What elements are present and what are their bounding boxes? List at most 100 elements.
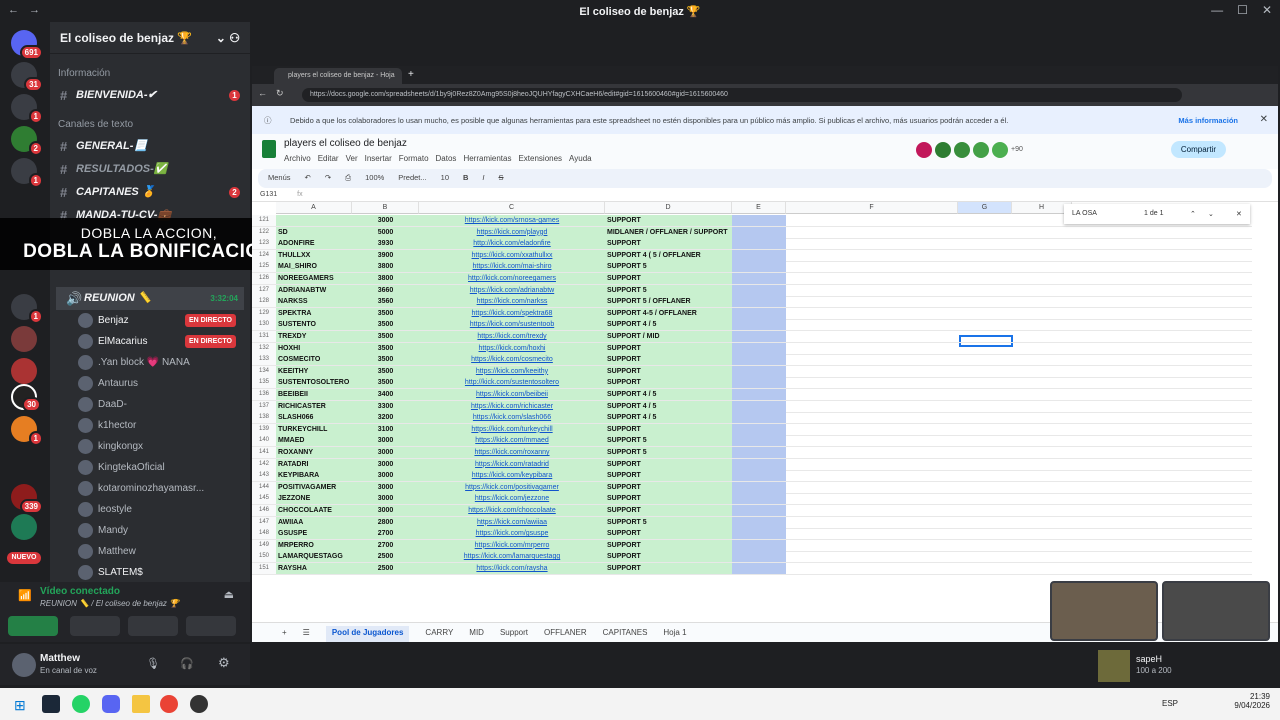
whatsapp-icon[interactable] bbox=[72, 695, 90, 713]
server-icon[interactable]: 30 bbox=[11, 384, 41, 412]
kick-link-cell[interactable]: https://kick.com/lamarquestagg bbox=[419, 551, 605, 563]
kick-link-cell[interactable]: https://kick.com/ratadrid bbox=[419, 458, 605, 470]
channel-bienvenida[interactable]: # BIENVENIDA-✔ 1 bbox=[50, 84, 250, 107]
kick-link-cell[interactable]: https://kick.com/turkeychill bbox=[419, 423, 605, 435]
avatar[interactable] bbox=[12, 653, 36, 677]
server-header[interactable]: El coliseo de benjaz 🏆 ⌄ ⚇ bbox=[50, 22, 250, 54]
voice-member[interactable]: KingtekaOficial bbox=[50, 457, 250, 478]
kick-link-cell[interactable]: https://kick.com/sustentoob bbox=[419, 319, 605, 331]
column-header[interactable]: F bbox=[786, 202, 958, 214]
kick-link-cell[interactable]: https://kick.com/slash066 bbox=[419, 412, 605, 424]
kick-link-cell[interactable]: https://kick.com/xxathullxx bbox=[419, 249, 605, 261]
strikethrough-icon[interactable]: S bbox=[499, 173, 504, 184]
sheet-tab[interactable]: Support bbox=[500, 628, 528, 642]
close-icon[interactable]: ✕ bbox=[1260, 114, 1268, 125]
browser-tab[interactable]: players el coliseo de benjaz - Hoja bbox=[274, 68, 402, 84]
language-indicator[interactable]: ESP bbox=[1162, 699, 1178, 708]
table-row[interactable]: 143 KEYPIBARA 3000 https://kick.com/keypiba… bbox=[252, 470, 1252, 483]
kick-link-cell[interactable]: https://kick.com/narkss bbox=[419, 296, 605, 308]
table-row[interactable]: 145 JEZZONE 3000 https://kick.com/jezzone SU… bbox=[252, 493, 1252, 506]
menu-item[interactable]: Editar bbox=[318, 154, 339, 163]
category-text[interactable]: Canales de texto bbox=[50, 115, 250, 135]
kick-link-cell[interactable]: https://kick.com/raysha bbox=[419, 563, 605, 574]
column-header[interactable]: C bbox=[419, 202, 605, 214]
window-controls[interactable]: — ☐ ✕ bbox=[1211, 3, 1272, 17]
webcam-feed[interactable] bbox=[1050, 581, 1158, 641]
new-badge[interactable]: NUEVO bbox=[7, 552, 41, 564]
kick-link-cell[interactable]: http://kick.com/eladonfire bbox=[419, 238, 605, 250]
menu-item[interactable]: Herramientas bbox=[463, 154, 511, 163]
font-select[interactable]: Predet... bbox=[398, 173, 426, 184]
menu-item[interactable]: Ver bbox=[346, 154, 358, 163]
folder-icon[interactable] bbox=[132, 695, 150, 713]
server-icon[interactable]: 1 bbox=[11, 294, 43, 324]
kick-link-cell[interactable]: https://kick.com/roxanny bbox=[419, 447, 605, 458]
reload-icon[interactable]: ↻ bbox=[276, 88, 284, 99]
table-row[interactable]: 133 COSMECITO 3500 https://kick.com/cosmeci… bbox=[252, 354, 1252, 367]
gear-icon[interactable]: ⚙ bbox=[218, 655, 230, 671]
table-row[interactable]: 134 KEEITHY 3500 https://kick.com/keeithy SU… bbox=[252, 365, 1252, 378]
disconnect-icon[interactable]: ⏏ bbox=[224, 588, 234, 601]
menus-search[interactable]: Menús bbox=[268, 173, 291, 184]
voice-channel-reunion[interactable]: 🔊 REUNION 📏 3:32:04 bbox=[56, 287, 244, 310]
server-icon[interactable]: 31 bbox=[11, 62, 43, 92]
find-input[interactable]: LA OSA bbox=[1072, 210, 1097, 217]
menu-item[interactable]: Extensiones bbox=[518, 154, 562, 163]
voice-member[interactable]: SLATEM$ bbox=[50, 562, 250, 582]
close-icon[interactable]: ✕ bbox=[1262, 3, 1272, 17]
column-header[interactable]: H bbox=[1012, 202, 1072, 214]
table-row[interactable]: 148 GSUSPE 2700 https://kick.com/gsuspe SUPP… bbox=[252, 528, 1252, 541]
menu-item[interactable]: Formato bbox=[399, 154, 429, 163]
table-row[interactable]: 128 NARKSS 3560 https://kick.com/narkss SUPP… bbox=[252, 296, 1252, 309]
table-row[interactable]: 139 TURKEYCHILL 3100 https://kick.com/turke… bbox=[252, 423, 1252, 436]
table-row[interactable]: 142 RATADRI 3000 https://kick.com/ratadrid S… bbox=[252, 458, 1252, 471]
server-icon[interactable] bbox=[11, 514, 37, 540]
table-row[interactable]: 136 BEEIBEII 3400 https://kick.com/beiibeii… bbox=[252, 389, 1252, 401]
sheet-tab[interactable]: Pool de Jugadores bbox=[325, 626, 410, 642]
column-header[interactable]: B bbox=[352, 202, 419, 214]
more-info-link[interactable]: Más información bbox=[1178, 116, 1238, 125]
server-icon[interactable]: 1 bbox=[11, 416, 43, 446]
kick-link-cell[interactable]: https://kick.com/trexdy bbox=[419, 331, 605, 342]
kick-link-cell[interactable]: https://kick.com/keeithy bbox=[419, 365, 605, 377]
chevron-down-icon[interactable]: ⌄ bbox=[1208, 210, 1214, 218]
kick-link-cell[interactable]: https://kick.com/srnosa-games bbox=[419, 215, 605, 226]
table-row[interactable]: 146 CHOCCOLAATE 3000 https://kick.com/chocc… bbox=[252, 505, 1252, 517]
microphone-icon[interactable]: 🎙 bbox=[146, 657, 160, 670]
channel-general[interactable]: # GENERAL-📃 bbox=[50, 135, 250, 158]
chrome-icon[interactable] bbox=[160, 695, 178, 713]
table-row[interactable]: 149 MRPERRO 2700 https://kick.com/mrperro SU… bbox=[252, 539, 1252, 552]
server-icon[interactable]: 1 bbox=[11, 158, 43, 188]
sheet-list-icon[interactable]: ☰ bbox=[303, 628, 310, 642]
server-icon[interactable]: 339 bbox=[11, 484, 43, 514]
voice-member[interactable]: .Yan block 💗 NANA bbox=[50, 352, 250, 373]
table-row[interactable]: 144 POSITIVAGAMER 3000 https://kick.com/pos… bbox=[252, 481, 1252, 494]
kick-link-cell[interactable]: https://kick.com/richicaster bbox=[419, 400, 605, 412]
table-row[interactable]: 125 MAI_SHIRO 3800 https://kick.com/mai-shi… bbox=[252, 261, 1252, 274]
table-row[interactable]: 129 SPEKTRA 3500 https://kick.com/spektra68… bbox=[252, 307, 1252, 320]
kick-link-cell[interactable]: https://kick.com/positivagamer bbox=[419, 481, 605, 493]
kick-link-cell[interactable]: https://kick.com/mmaed bbox=[419, 435, 605, 447]
server-icon[interactable] bbox=[11, 358, 37, 384]
voice-member[interactable]: k1hector bbox=[50, 415, 250, 436]
activities-button[interactable] bbox=[128, 616, 178, 636]
minimize-icon[interactable]: — bbox=[1211, 3, 1223, 17]
sheet-tab[interactable]: CAPITANES bbox=[603, 628, 648, 642]
kick-link-cell[interactable]: https://kick.com/cosmecito bbox=[419, 354, 605, 366]
column-header[interactable]: D bbox=[605, 202, 732, 214]
back-icon[interactable]: ← bbox=[258, 88, 267, 98]
voice-member[interactable]: Antaurus bbox=[50, 373, 250, 394]
soundboard-button[interactable] bbox=[186, 616, 236, 636]
server-icon[interactable]: 1 bbox=[11, 94, 43, 124]
voice-member[interactable]: Mandy bbox=[50, 520, 250, 541]
column-header[interactable]: E bbox=[732, 202, 786, 214]
column-header[interactable]: G bbox=[958, 202, 1012, 214]
table-row[interactable]: 137 RICHICASTER 3300 https://kick.com/richi… bbox=[252, 400, 1252, 413]
kick-link-cell[interactable]: https://kick.com/jezzone bbox=[419, 493, 605, 505]
menu-item[interactable]: Datos bbox=[436, 154, 457, 163]
share-button[interactable]: Compartir bbox=[1170, 141, 1226, 158]
table-row[interactable]: 147 AWIIAA 2800 https://kick.com/awiiaa SUPP… bbox=[252, 516, 1252, 529]
table-row[interactable]: 131 TREXDY 3500 https://kick.com/trexdy SUPP… bbox=[252, 331, 1252, 343]
spreadsheet-grid[interactable]: A B C D E F G H 121 3000 https://kick.com/… bbox=[252, 202, 1278, 578]
zoom-select[interactable]: 100% bbox=[365, 173, 384, 184]
